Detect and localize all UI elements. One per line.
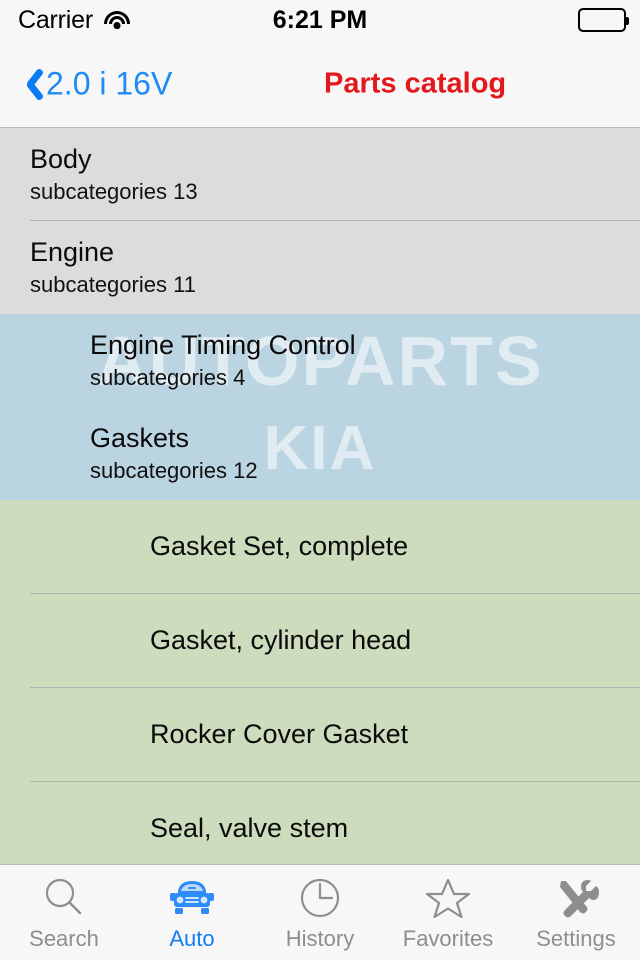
list-item-title: Rocker Cover Gasket [150, 719, 409, 750]
navigation-bar: 2.0 i 16V Parts catalog [0, 40, 640, 128]
list-item-title: Engine [30, 236, 115, 267]
list-item-title: Gaskets [90, 422, 190, 453]
tab-favorites[interactable]: Favorites [384, 865, 512, 960]
list-item[interactable]: Gasket, cylinder head [0, 594, 640, 688]
search-icon [41, 874, 87, 922]
tab-settings[interactable]: Settings [512, 865, 640, 960]
tab-label: History [285, 925, 355, 951]
car-icon [166, 874, 218, 922]
list-item-subtitle: subcategories 12 [90, 458, 258, 484]
back-button[interactable]: 2.0 i 16V [16, 65, 172, 102]
tab-history[interactable]: History [256, 865, 384, 960]
level2-group: AUTOPARTS KIA Engine Timing Control subc… [0, 314, 640, 500]
list-item-subtitle: subcategories 4 [90, 365, 246, 391]
parts-category-list[interactable]: Body subcategories 13 Engine subcategori… [0, 128, 640, 864]
star-icon [424, 874, 472, 922]
list-item-title: Gasket, cylinder head [150, 625, 412, 656]
list-item[interactable]: Engine Timing Control subcategories 4 [0, 314, 640, 407]
tab-bar: Search Auto History Favorites Settings [0, 864, 640, 960]
status-bar-right [578, 8, 629, 32]
page-title: Parts catalog [324, 67, 507, 99]
tab-search[interactable]: Search [0, 865, 128, 960]
list-item-title: Gasket Set, complete [150, 531, 409, 562]
list-item-title: Engine Timing Control [90, 329, 356, 360]
tools-icon [552, 874, 600, 922]
tab-label: Auto [169, 925, 215, 951]
status-bar-time: 6:21 PM [272, 5, 368, 34]
list-item-title: Body [30, 143, 92, 174]
list-item-subtitle: subcategories 11 [30, 272, 196, 298]
battery-full-icon [578, 8, 629, 32]
back-button-label: 2.0 i 16V [46, 65, 173, 101]
tab-label: Favorites [402, 925, 494, 951]
list-item[interactable]: Gaskets subcategories 12 [0, 407, 640, 500]
tab-label: Settings [536, 925, 616, 951]
tab-label: Search [29, 925, 99, 951]
list-item[interactable]: Gasket Set, complete [0, 500, 640, 594]
chevron-left-icon [16, 66, 38, 102]
list-item-subtitle: subcategories 13 [30, 179, 198, 205]
list-item-title: Seal, valve stem [150, 813, 349, 844]
list-item[interactable]: Rocker Cover Gasket [0, 688, 640, 782]
list-item[interactable]: Body subcategories 13 [0, 128, 640, 221]
level1-group: Body subcategories 13 Engine subcategori… [0, 128, 640, 314]
status-bar: Carrier 6:21 PM [0, 0, 640, 40]
clock-icon [297, 874, 343, 922]
list-item[interactable]: Engine subcategories 11 [0, 221, 640, 314]
tab-auto[interactable]: Auto [128, 865, 256, 960]
list-item[interactable]: Seal, valve stem [0, 782, 640, 864]
level3-group: Gasket Set, complete Gasket, cylinder he… [0, 500, 640, 864]
